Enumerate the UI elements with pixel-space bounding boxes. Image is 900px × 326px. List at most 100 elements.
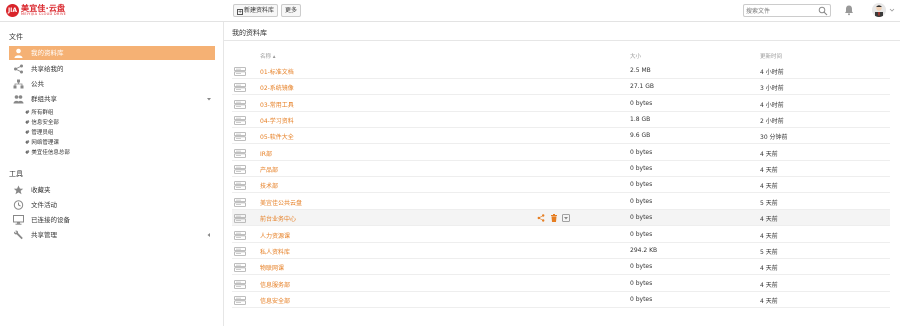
group-link[interactable]: # 信息安全部 bbox=[25, 119, 59, 128]
more-label: 更多 bbox=[285, 7, 298, 14]
library-updated: 4 天前 bbox=[760, 297, 778, 305]
sidebar-item-my-libraries[interactable]: 我的资料库 bbox=[9, 46, 215, 60]
library-icon bbox=[234, 67, 246, 76]
search-box bbox=[743, 4, 831, 17]
table-row[interactable]: 美宜佳公共云盘 0 bytes 5 天前 bbox=[232, 194, 890, 210]
table-row[interactable]: 技术部 0 bytes 4 天前 bbox=[232, 177, 890, 194]
table-row[interactable]: 产品部 0 bytes 4 天前 bbox=[232, 161, 890, 178]
table-row[interactable]: 01-标准文档 2.5 MB 4 小时前 bbox=[232, 63, 890, 79]
sidebar-item-label: 文件活动 bbox=[31, 201, 57, 209]
files-heading: 文件 bbox=[9, 33, 23, 41]
library-size: 1.8 GB bbox=[630, 116, 651, 124]
library-name-link[interactable]: 前台业务中心 bbox=[260, 214, 296, 223]
library-updated: 4 小时前 bbox=[760, 69, 784, 76]
library-updated: 4 天前 bbox=[760, 265, 778, 273]
table-row[interactable]: 04-学习资料 1.8 GB 2 小时前 bbox=[232, 112, 890, 129]
library-name-link[interactable]: 信息安全部 bbox=[260, 296, 290, 305]
library-name-link[interactable]: 美宜佳公共云盘 bbox=[260, 198, 302, 207]
avatar[interactable] bbox=[872, 3, 886, 17]
library-name-link[interactable]: 人力资源课 bbox=[260, 231, 290, 240]
new-library-button[interactable]: + 新建资料库 bbox=[233, 4, 279, 17]
table-row[interactable]: 人力资源课 0 bytes 4 天前 bbox=[232, 227, 890, 243]
library-size: 0 bytes bbox=[630, 148, 653, 156]
sidebar-item-favorites[interactable]: 收藏夹 bbox=[9, 183, 215, 197]
caret-left-icon[interactable] bbox=[206, 232, 212, 238]
library-size: 0 bytes bbox=[630, 295, 653, 303]
tools-heading: 工具 bbox=[9, 170, 23, 178]
sidebar-item-file-activity[interactable]: 文件活动 bbox=[9, 198, 215, 212]
table-row[interactable]: 信息安全部 0 bytes 4 天前 bbox=[232, 292, 890, 308]
new-library-label: 新建资料库 bbox=[244, 7, 275, 14]
library-icon bbox=[234, 148, 246, 158]
sidebar-item-label: 群组共享 bbox=[31, 95, 57, 103]
library-name-link[interactable]: 私人资料库 bbox=[260, 247, 290, 256]
library-name-link[interactable]: 03-常用工具 bbox=[260, 100, 294, 109]
library-icon bbox=[234, 230, 246, 240]
table-row[interactable]: 05-软件大全 9.6 GB 30 分钟前 bbox=[232, 128, 890, 145]
library-name-link[interactable]: 05-软件大全 bbox=[260, 132, 294, 141]
library-name-link[interactable]: 04-学习资料 bbox=[260, 116, 294, 125]
table-row[interactable]: 私人资料库 294.2 KB 5 天前 bbox=[232, 243, 890, 259]
library-name-link[interactable]: 信息服务部 bbox=[260, 280, 290, 289]
table-row[interactable]: IR部 0 bytes 4 天前 bbox=[232, 145, 890, 161]
more-button[interactable]: 更多 bbox=[281, 4, 302, 17]
library-name-link[interactable]: 产品部 bbox=[260, 165, 278, 174]
library-icon bbox=[234, 165, 246, 174]
sidebar-item-connected-devices[interactable]: 已连接的设备 bbox=[9, 213, 215, 227]
library-name-link[interactable]: 技术部 bbox=[260, 181, 278, 190]
group-label: 所有群组 bbox=[31, 110, 54, 116]
page-title: 我的资料库 bbox=[232, 29, 267, 37]
group-link[interactable]: # 所有群组 bbox=[25, 109, 53, 118]
library-updated: 30 分钟前 bbox=[760, 134, 788, 142]
sidebar-item-group-share[interactable]: 群组共享 bbox=[9, 92, 215, 106]
search-input[interactable] bbox=[746, 6, 816, 16]
table-row[interactable]: 03-常用工具 0 bytes 4 小时前 bbox=[232, 96, 890, 112]
library-size: 0 bytes bbox=[630, 279, 653, 287]
group-label: 美宜佳信息总部 bbox=[31, 150, 70, 156]
library-updated: 4 小时前 bbox=[760, 101, 784, 109]
sidebar: 文件 我的资料库 共享给我的 公共 群组共享 # 所有群组 # 信息安全部 # … bbox=[0, 22, 224, 326]
library-updated: 4 天前 bbox=[760, 232, 778, 240]
library-icon bbox=[234, 116, 246, 125]
sidebar-item-label: 公共 bbox=[31, 80, 44, 88]
library-name-link[interactable]: IR部 bbox=[260, 149, 272, 158]
brand-subtitle: MEIYIJIA CLOUD DRIVE bbox=[21, 12, 67, 16]
brand-logo[interactable]: JIA 美宜佳·云盘 MEIYIJIA CLOUD DRIVE bbox=[6, 3, 86, 19]
row-actions bbox=[537, 213, 571, 223]
group-link[interactable]: # 美宜佳信息总部 bbox=[25, 149, 70, 158]
library-name-link[interactable]: 01-标准文档 bbox=[260, 67, 294, 76]
library-updated: 4 天前 bbox=[760, 216, 778, 224]
search-icon[interactable] bbox=[818, 6, 828, 16]
table-row[interactable]: 物联网课 0 bytes 4 天前 bbox=[232, 259, 890, 276]
wrench-icon bbox=[14, 230, 23, 240]
column-header-name[interactable]: 名称 ▴ bbox=[260, 52, 276, 60]
group-link[interactable]: # 网络管理课 bbox=[25, 139, 59, 148]
caret-down-icon[interactable] bbox=[206, 96, 212, 102]
library-icon bbox=[234, 99, 246, 109]
bell-icon[interactable] bbox=[843, 4, 855, 16]
library-updated: 4 天前 bbox=[760, 150, 778, 158]
table-row[interactable]: 02-系统镜像 27.1 GB 3 小时前 bbox=[232, 79, 890, 96]
more-menu-icon[interactable] bbox=[562, 214, 570, 223]
trash-icon[interactable] bbox=[550, 214, 558, 223]
library-name-link[interactable]: 物联网课 bbox=[260, 263, 284, 272]
library-icon bbox=[234, 197, 246, 207]
sidebar-item-label: 已连接的设备 bbox=[31, 216, 70, 224]
sidebar-item-public[interactable]: 公共 bbox=[9, 77, 215, 91]
group-label: 管理员组 bbox=[31, 130, 54, 136]
chevron-down-icon[interactable] bbox=[889, 7, 895, 13]
library-size: 0 bytes bbox=[630, 263, 653, 271]
plus-icon: + bbox=[237, 9, 243, 15]
table-row[interactable]: 前台业务中心 0 bytes 4 天前 bbox=[232, 210, 890, 227]
share-icon bbox=[14, 64, 23, 74]
share-icon[interactable] bbox=[537, 214, 545, 222]
group-link[interactable]: # 管理员组 bbox=[25, 129, 53, 138]
column-header-size: 大小 bbox=[630, 54, 642, 60]
library-name-link[interactable]: 02-系统镜像 bbox=[260, 83, 294, 92]
library-updated: 4 天前 bbox=[760, 167, 778, 175]
sidebar-item-share-management[interactable]: 共享管理 bbox=[9, 228, 215, 242]
library-size: 9.6 GB bbox=[630, 132, 651, 140]
sidebar-item-shared-with-me[interactable]: 共享给我的 bbox=[9, 62, 215, 76]
library-icon bbox=[234, 279, 246, 289]
table-row[interactable]: 信息服务部 0 bytes 4 天前 bbox=[232, 276, 890, 292]
